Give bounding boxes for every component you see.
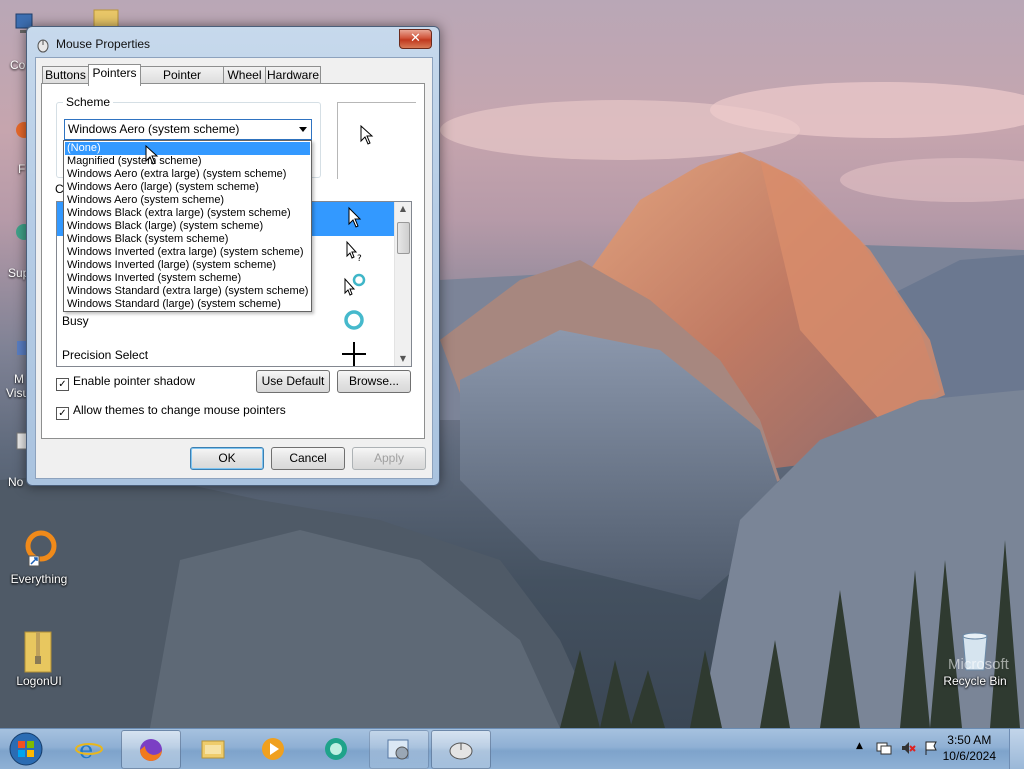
arrow-cursor-preview-icon bbox=[360, 125, 374, 145]
busy-ring-icon bbox=[344, 310, 364, 330]
dropdown-option[interactable]: Windows Aero (extra large) (system schem… bbox=[65, 168, 310, 181]
scroll-down-icon[interactable]: ▼ bbox=[395, 352, 411, 366]
scheme-selected-value: Windows Aero (system scheme) bbox=[68, 122, 240, 136]
cursor-preview bbox=[337, 102, 416, 179]
tab-buttons[interactable]: Buttons bbox=[42, 66, 89, 84]
dropdown-option[interactable]: Windows Inverted (system scheme) bbox=[65, 272, 310, 285]
system-tray: ▲ 3:50 AM 10/6/2024 bbox=[834, 729, 1024, 769]
help-select-icon: ? bbox=[346, 240, 362, 264]
dropdown-option[interactable]: Windows Aero (large) (system scheme) bbox=[65, 181, 310, 194]
network-icon[interactable] bbox=[876, 740, 892, 756]
dropdown-option[interactable]: Windows Standard (large) (system scheme) bbox=[65, 298, 310, 311]
browse-button[interactable]: Browse... bbox=[337, 370, 411, 393]
mouse-pointer-icon bbox=[145, 145, 159, 165]
taskbar-internet-explorer[interactable]: e bbox=[60, 730, 118, 767]
cancel-button[interactable]: Cancel bbox=[271, 447, 345, 470]
dropdown-option[interactable]: Windows Inverted (large) (system scheme) bbox=[65, 259, 310, 272]
dropdown-option[interactable]: Windows Aero (system scheme) bbox=[65, 194, 310, 207]
desktop-icon-label: LogonUI bbox=[16, 674, 62, 688]
tab-pointer-options[interactable]: Pointer Options bbox=[140, 66, 224, 99]
use-default-button[interactable]: Use Default bbox=[256, 370, 330, 393]
desktop-label-partial[interactable]: Co bbox=[10, 58, 25, 72]
clock[interactable]: 3:50 AM 10/6/2024 bbox=[943, 732, 996, 764]
watermark-text: Microsoft bbox=[948, 656, 1009, 673]
crosshair-icon bbox=[342, 342, 366, 366]
taskbar-mouse-properties[interactable] bbox=[431, 730, 491, 769]
dropdown-option[interactable]: Windows Inverted (extra large) (system s… bbox=[65, 246, 310, 259]
dropdown-option[interactable]: Windows Standard (extra large) (system s… bbox=[65, 285, 310, 298]
scheme-legend: Scheme bbox=[63, 95, 114, 109]
cursor-list-scrollbar[interactable]: ▲ ▼ bbox=[394, 202, 411, 366]
browser-icon bbox=[325, 738, 347, 760]
control-panel-icon bbox=[387, 739, 409, 760]
chevron-down-icon[interactable] bbox=[299, 127, 307, 132]
taskbar-control-panel[interactable] bbox=[369, 730, 429, 769]
allow-themes-checkbox[interactable]: ✓ Allow themes to change mouse pointers bbox=[56, 403, 286, 420]
mouse-icon bbox=[449, 742, 473, 760]
window-title: Mouse Properties bbox=[56, 37, 151, 51]
svg-text:e: e bbox=[79, 736, 93, 763]
volume-muted-icon[interactable] bbox=[900, 740, 916, 756]
taskbar-file-explorer[interactable] bbox=[184, 730, 242, 767]
start-button[interactable] bbox=[4, 730, 48, 768]
media-player-icon bbox=[262, 738, 284, 760]
enable-shadow-checkbox[interactable]: ✓ Enable pointer shadow bbox=[56, 374, 195, 391]
ok-button[interactable]: OK bbox=[190, 447, 264, 470]
cursor-row-precision[interactable]: Precision Select bbox=[57, 338, 395, 366]
checkmark-icon[interactable]: ✓ bbox=[56, 378, 69, 391]
scheme-dropdown-list[interactable]: (None) Magnified (system scheme) Windows… bbox=[63, 140, 312, 312]
desktop-icon-label: Recycle Bin bbox=[943, 674, 1007, 688]
mouse-icon bbox=[37, 39, 49, 53]
arrow-icon bbox=[348, 206, 362, 228]
dropdown-option[interactable]: Magnified (system scheme) bbox=[65, 155, 310, 168]
desktop-label-partial[interactable]: No bbox=[8, 475, 23, 489]
taskbar-browser[interactable] bbox=[307, 730, 365, 767]
apply-button[interactable]: Apply bbox=[352, 447, 426, 470]
desktop-icon-label: Everything bbox=[10, 572, 68, 586]
dropdown-option[interactable]: Windows Black (large) (system scheme) bbox=[65, 220, 310, 233]
dropdown-option[interactable]: Windows Black (system scheme) bbox=[65, 233, 310, 246]
firefox-icon bbox=[140, 739, 162, 761]
tab-hardware[interactable]: Hardware bbox=[265, 66, 321, 84]
folder-icon bbox=[201, 740, 225, 759]
show-hidden-icons-icon[interactable]: ▲ bbox=[856, 741, 863, 751]
windows-orb-icon bbox=[9, 732, 43, 766]
taskbar: e ▲ 3:50 AM 10/6/2024 bbox=[0, 728, 1024, 769]
working-in-background-icon bbox=[344, 273, 366, 296]
desktop-icon-logonui[interactable]: LogonUI bbox=[1, 630, 77, 688]
tab-wheel[interactable]: Wheel bbox=[223, 66, 266, 84]
desktop-icon-everything[interactable]: Everything bbox=[1, 528, 77, 586]
clock-time: 3:50 AM bbox=[947, 733, 992, 747]
tab-pointers[interactable]: Pointers bbox=[88, 64, 141, 86]
close-button[interactable]: ✕ bbox=[399, 29, 432, 49]
taskbar-firefox[interactable] bbox=[121, 730, 181, 769]
taskbar-media-player[interactable] bbox=[244, 730, 302, 767]
scroll-up-icon[interactable]: ▲ bbox=[395, 202, 411, 216]
desktop-label-partial[interactable]: F bbox=[18, 162, 25, 176]
title-bar[interactable]: Mouse Properties ✕ bbox=[35, 29, 432, 55]
everything-icon bbox=[19, 528, 59, 568]
scheme-dropdown[interactable]: Windows Aero (system scheme) bbox=[64, 119, 312, 140]
clock-date: 10/6/2024 bbox=[942, 749, 996, 763]
internet-explorer-icon: e bbox=[75, 736, 103, 763]
show-desktop-button[interactable] bbox=[1009, 729, 1024, 769]
scroll-thumb[interactable] bbox=[397, 222, 410, 254]
svg-text:?: ? bbox=[357, 254, 362, 264]
dropdown-option[interactable]: Windows Black (extra large) (system sche… bbox=[65, 207, 310, 220]
checkmark-icon[interactable]: ✓ bbox=[56, 407, 69, 420]
action-center-flag-icon[interactable] bbox=[923, 740, 939, 756]
dropdown-option[interactable]: (None) bbox=[65, 142, 310, 155]
zip-folder-icon bbox=[19, 630, 59, 673]
